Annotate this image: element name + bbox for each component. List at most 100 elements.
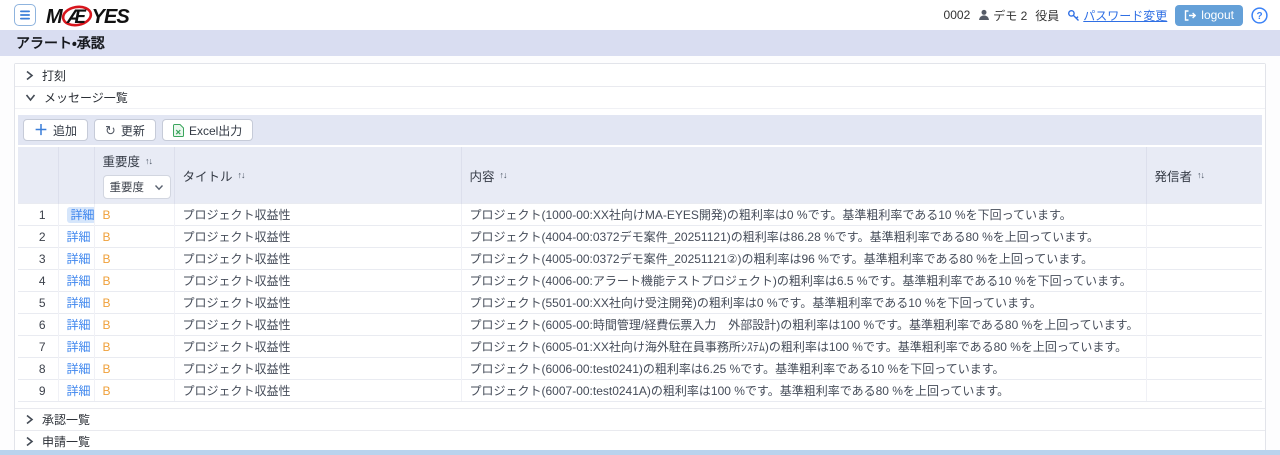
help-button[interactable]: ? <box>1251 7 1268 24</box>
title-cell: プロジェクト収益性 <box>174 270 461 292</box>
logo-eye-icon: Æ <box>61 3 93 28</box>
logout-button[interactable]: logout <box>1175 5 1243 26</box>
content-sort-header[interactable]: 内容 ↑↓ <box>470 166 1138 185</box>
importance-filter-select[interactable]: 重要度 <box>103 175 171 199</box>
section-requests[interactable]: 申請一覧 <box>15 430 1265 452</box>
detail-link[interactable]: 詳細 <box>67 207 95 223</box>
logo-text-yes: YES <box>92 6 129 28</box>
section-label: 打刻 <box>42 67 66 84</box>
sender-cell <box>1146 358 1262 380</box>
col-importance: 重要度 ↑↓ 重要度 <box>94 147 174 204</box>
detail-cell: 詳細 <box>58 270 94 292</box>
add-button[interactable]: ＋ 追加 <box>23 119 88 141</box>
messages-panel: ＋ 追加 ↻ 更新 Excel出力 <box>15 108 1265 408</box>
content-cell: プロジェクト(4004-00:0372デモ案件_20251121)の粗利率は86… <box>461 226 1146 248</box>
sort-icon: ↑↓ <box>500 170 507 180</box>
detail-cell: 詳細 <box>58 204 94 226</box>
excel-export-button[interactable]: Excel出力 <box>162 119 253 141</box>
title-cell: プロジェクト収益性 <box>174 336 461 358</box>
importance-cell: B <box>94 226 174 248</box>
app-header: M Æ YES 0002 デモ 2 役員 パスワード変更 <box>0 0 1280 30</box>
sort-icon: ↑↓ <box>238 170 245 180</box>
user-name: デモ 2 <box>993 7 1027 24</box>
content-cell: プロジェクト(6005-01:XX社向け海外駐在員事務所ｼｽﾃﾑ)の粗利率は10… <box>461 336 1146 358</box>
key-icon <box>1067 9 1080 22</box>
detail-cell: 詳細 <box>58 336 94 358</box>
page-title-bar: アラート・承認 <box>0 30 1280 56</box>
content-cell: プロジェクト(4005-00:0372デモ案件_20251121②)の粗利率は9… <box>461 248 1146 270</box>
importance-cell: B <box>94 358 174 380</box>
chevron-right-icon <box>25 70 34 81</box>
sender-cell <box>1146 270 1262 292</box>
section-approvals[interactable]: 承認一覧 <box>15 408 1265 430</box>
row-number-cell: 4 <box>18 270 58 292</box>
detail-link[interactable]: 詳細 <box>67 296 91 310</box>
sender-cell <box>1146 380 1262 402</box>
page-title: アラート・承認 <box>16 33 105 53</box>
chevron-right-icon <box>25 414 34 425</box>
refresh-button[interactable]: ↻ 更新 <box>94 119 156 141</box>
detail-link[interactable]: 詳細 <box>67 318 91 332</box>
sender-sort-header[interactable]: 発信者 ↑↓ <box>1155 166 1255 185</box>
sender-cell <box>1146 336 1262 358</box>
detail-link[interactable]: 詳細 <box>67 252 91 266</box>
table-row: 2 詳細 B プロジェクト収益性 プロジェクト(4004-00:0372デモ案件… <box>18 226 1262 248</box>
detail-link[interactable]: 詳細 <box>67 362 91 376</box>
password-change-link[interactable]: パスワード変更 <box>1067 7 1167 24</box>
content-cell: プロジェクト(5501-00:XX社向け受注開発)の粗利率は0 %です。基準粗利… <box>461 292 1146 314</box>
chevron-down-icon <box>154 184 164 191</box>
sender-cell <box>1146 248 1262 270</box>
footer-bar <box>0 450 1280 455</box>
row-number-cell: 7 <box>18 336 58 358</box>
row-number-cell: 9 <box>18 380 58 402</box>
refresh-icon: ↻ <box>105 124 116 137</box>
importance-cell: B <box>94 204 174 226</box>
col-content: 内容 ↑↓ <box>461 147 1146 204</box>
table-row: 3 詳細 B プロジェクト収益性 プロジェクト(4005-00:0372デモ案件… <box>18 248 1262 270</box>
sender-cell <box>1146 204 1262 226</box>
title-sort-header[interactable]: タイトル ↑↓ <box>183 166 453 185</box>
table-row: 4 詳細 B プロジェクト収益性 プロジェクト(4006-00:アラート機能テス… <box>18 270 1262 292</box>
content-cell: プロジェクト(6005-00:時間管理/経費伝票入力 外部設計)の粗利率は100… <box>461 314 1146 336</box>
row-number-cell: 2 <box>18 226 58 248</box>
section-dakoku[interactable]: 打刻 <box>15 64 1265 86</box>
detail-link[interactable]: 詳細 <box>67 340 91 354</box>
question-icon: ? <box>1251 7 1268 24</box>
title-cell: プロジェクト収益性 <box>174 226 461 248</box>
section-label: 承認一覧 <box>42 411 90 428</box>
table-row: 7 詳細 B プロジェクト収益性 プロジェクト(6005-01:XX社向け海外駐… <box>18 336 1262 358</box>
hamburger-icon <box>19 9 31 21</box>
importance-sort-header[interactable]: 重要度 ↑↓ <box>103 151 166 170</box>
user-code: 0002 <box>944 8 971 22</box>
content-cell: プロジェクト(6007-00:test0241A)の粗利率は100 %です。基準… <box>461 380 1146 402</box>
title-cell: プロジェクト収益性 <box>174 380 461 402</box>
app-logo: M Æ YES <box>46 3 129 28</box>
table-header-row: 重要度 ↑↓ 重要度 タイトル ↑↓ <box>18 147 1262 204</box>
section-label: メッセージ一覧 <box>44 89 128 106</box>
content-cell: プロジェクト(4006-00:アラート機能テストプロジェクト)の粗利率は6.5 … <box>461 270 1146 292</box>
content-cell: プロジェクト(6006-00:test0241)の粗利率は6.25 %です。基準… <box>461 358 1146 380</box>
logo-text-m: M <box>46 6 62 28</box>
content-card: 打刻 メッセージ一覧 ＋ 追加 ↻ 更新 Excel出力 <box>14 63 1266 453</box>
detail-cell: 詳細 <box>58 358 94 380</box>
row-number-cell: 1 <box>18 204 58 226</box>
importance-cell: B <box>94 380 174 402</box>
col-title: タイトル ↑↓ <box>174 147 461 204</box>
table-row: 5 詳細 B プロジェクト収益性 プロジェクト(5501-00:XX社向け受注開… <box>18 292 1262 314</box>
messages-toolbar: ＋ 追加 ↻ 更新 Excel出力 <box>18 115 1262 145</box>
table-row: 8 詳細 B プロジェクト収益性 プロジェクト(6006-00:test0241… <box>18 358 1262 380</box>
detail-link[interactable]: 詳細 <box>67 274 91 288</box>
section-messages[interactable]: メッセージ一覧 <box>15 86 1265 108</box>
hamburger-menu-button[interactable] <box>14 4 36 26</box>
title-cell: プロジェクト収益性 <box>174 204 461 226</box>
detail-link[interactable]: 詳細 <box>67 384 91 398</box>
sender-cell <box>1146 314 1262 336</box>
header-user-area: 0002 デモ 2 役員 パスワード変更 logout <box>944 5 1268 26</box>
content-cell: プロジェクト(1000-00:XX社向けMA-EYES開発)の粗利率は0 %です… <box>461 204 1146 226</box>
detail-link[interactable]: 詳細 <box>67 230 91 244</box>
title-cell: プロジェクト収益性 <box>174 292 461 314</box>
chevron-down-icon <box>25 93 36 102</box>
excel-file-icon <box>173 124 184 137</box>
col-sender: 発信者 ↑↓ <box>1146 147 1262 204</box>
title-cell: プロジェクト収益性 <box>174 314 461 336</box>
